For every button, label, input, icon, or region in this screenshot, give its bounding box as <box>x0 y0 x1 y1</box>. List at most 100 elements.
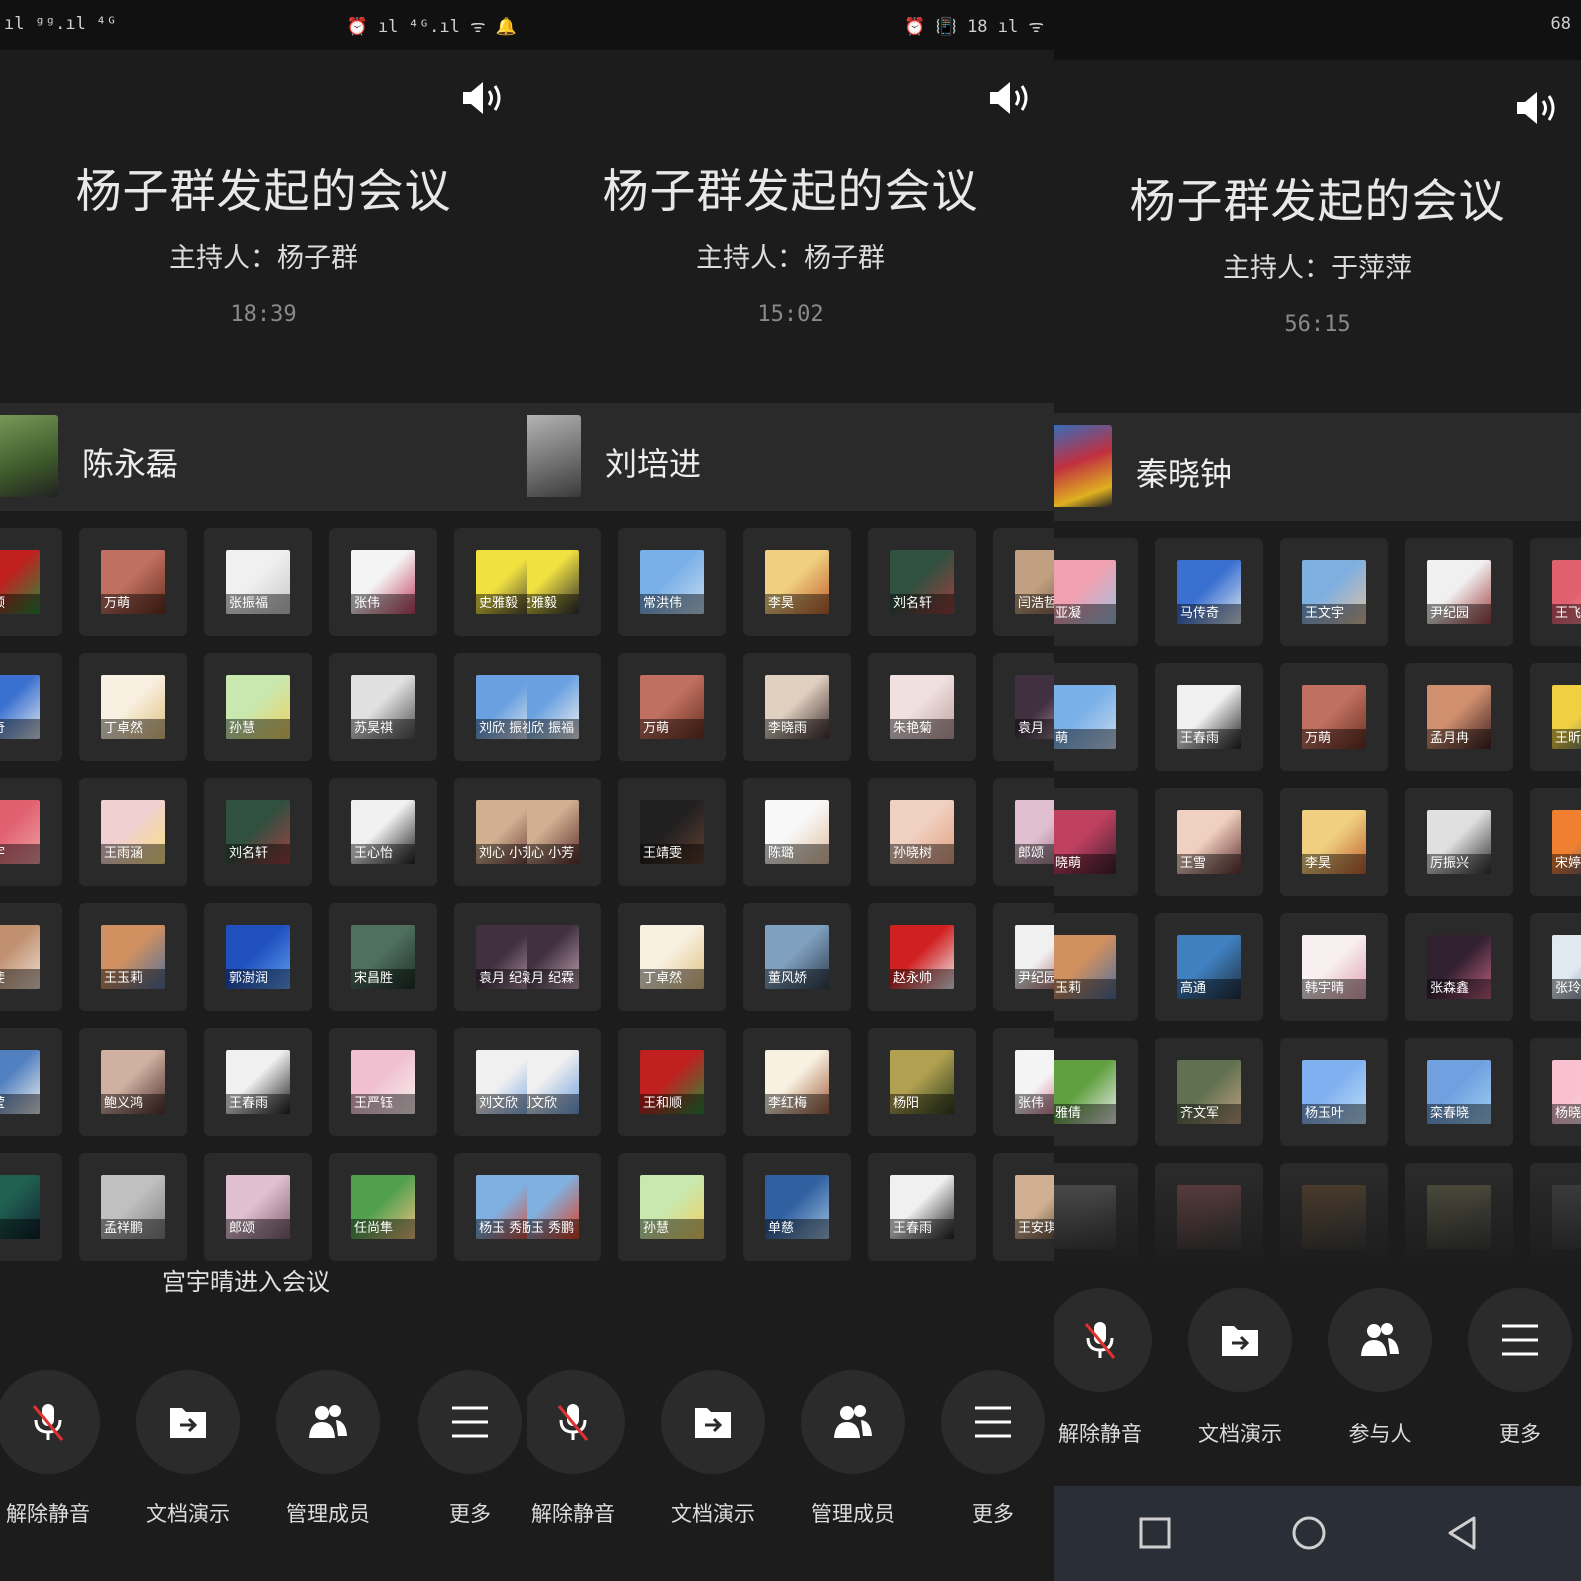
participant-tile[interactable]: 马传奇 <box>1155 538 1263 646</box>
participant-tile[interactable]: 嘉 <box>0 1153 62 1261</box>
participant-tile[interactable]: 王春雨 <box>204 1028 312 1136</box>
participant-tile[interactable]: 闫浩哲 <box>993 528 1054 636</box>
participant-tile[interactable]: 张振福 <box>204 528 312 636</box>
participant-tile[interactable]: 玉莉 <box>1054 913 1138 1021</box>
participant-tile[interactable]: 朱艳菊 <box>868 653 976 761</box>
participant-tile[interactable]: 史雅毅 <box>527 528 601 636</box>
participant-tile[interactable]: 雅倩 <box>1054 1038 1138 1146</box>
participant-tile[interactable]: 万萌 <box>618 653 726 761</box>
participant-tile[interactable]: 王雨涵 <box>79 778 187 886</box>
participant-tile[interactable]: 董风娇 <box>743 903 851 1011</box>
participant-tile[interactable]: 栾春晓 <box>1405 1038 1513 1146</box>
manage-members-button-circle[interactable] <box>801 1370 905 1474</box>
speaker-icon[interactable] <box>1513 88 1561 128</box>
participant-tile[interactable]: 可斐 <box>0 903 62 1011</box>
participant-tile[interactable]: 袁月 纪霖 <box>527 903 601 1011</box>
participant-tile[interactable]: 高通 <box>1155 913 1263 1021</box>
participant-tile[interactable]: 李昊 <box>1280 788 1388 896</box>
unmute-button-circle[interactable] <box>0 1370 100 1474</box>
participant-tile[interactable]: 刘心 小芳 <box>527 778 601 886</box>
participant-tile[interactable]: 袁月 <box>993 653 1054 761</box>
participant-tile[interactable]: 传奇 <box>0 653 62 761</box>
participant-tile[interactable]: 尹纪园 <box>993 903 1054 1011</box>
participant-tile[interactable]: 宋昌胜 <box>329 903 437 1011</box>
participant-tile[interactable]: 郎颂 <box>993 778 1054 886</box>
active-speaker-bar[interactable]: 刘培进 <box>527 403 1054 511</box>
participant-tile[interactable]: 尹纪园 <box>1405 538 1513 646</box>
active-speaker-bar[interactable]: 秦晓钟 <box>1054 413 1581 521</box>
more-button-circle[interactable] <box>418 1370 522 1474</box>
doc-share-button[interactable]: 文档演示 <box>136 1370 240 1528</box>
participant-tile[interactable]: 鲍义鸿 <box>79 1028 187 1136</box>
participant-tile[interactable]: 厉振兴 <box>1405 788 1513 896</box>
unmute-button[interactable]: 解除静音 <box>1054 1288 1152 1448</box>
more-button-circle[interactable] <box>941 1370 1045 1474</box>
speaker-icon[interactable] <box>986 78 1034 118</box>
doc-share-button-circle[interactable] <box>661 1370 765 1474</box>
unmute-button[interactable]: 解除静音 <box>0 1370 100 1528</box>
participant-tile[interactable]: 孙慧 <box>204 653 312 761</box>
participant-tile[interactable]: 王安琪 <box>993 1153 1054 1261</box>
participant-tile[interactable]: 孙晓树 <box>868 778 976 886</box>
participant-tile[interactable]: 李晓雨 <box>743 653 851 761</box>
participant-tile[interactable]: 李昊 <box>743 528 851 636</box>
doc-share-button-circle[interactable] <box>136 1370 240 1474</box>
participant-tile[interactable]: 刘名轩 <box>868 528 976 636</box>
participant-tile[interactable]: 孙慧 <box>618 1153 726 1261</box>
participant-tile[interactable]: 和顺 <box>0 528 62 636</box>
participant-tile[interactable]: 齐文军 <box>1155 1038 1263 1146</box>
participant-tile[interactable]: 常洪伟 <box>618 528 726 636</box>
participant-tile[interactable]: 韩宇晴 <box>1280 913 1388 1021</box>
doc-share-button[interactable]: 文档演示 <box>1188 1288 1292 1448</box>
participant-tile[interactable]: 王心怡 <box>329 778 437 886</box>
participant-tile[interactable]: 杨玉叶 <box>1280 1038 1388 1146</box>
more-button-circle[interactable] <box>1468 1288 1572 1392</box>
participant-tile[interactable]: 万萌 <box>79 528 187 636</box>
participant-tile[interactable]: 刘名轩 <box>204 778 312 886</box>
active-speaker-bar[interactable]: 陈永磊 <box>0 403 527 511</box>
participant-tile[interactable]: 单慈 <box>743 1153 851 1261</box>
participant-tile[interactable]: 王和顺 <box>618 1028 726 1136</box>
participant-tile[interactable]: 张伟 <box>993 1028 1054 1136</box>
participant-tile[interactable]: 杨晓 <box>1530 1038 1581 1146</box>
participant-tile[interactable]: 刘文欣 <box>454 1028 527 1136</box>
participant-tile[interactable]: 张森鑫 <box>1405 913 1513 1021</box>
participant-tile[interactable]: 萌 <box>1054 663 1138 771</box>
participant-tile[interactable]: 亚凝 <box>1054 538 1138 646</box>
participant-tile[interactable]: 张伟 <box>329 528 437 636</box>
participant-tile[interactable]: 张玲 <box>1530 913 1581 1021</box>
participant-tile[interactable]: 苏昊祺 <box>329 653 437 761</box>
participant-tile[interactable]: 杨玉 秀鹏 <box>527 1153 601 1261</box>
participants-button-circle[interactable] <box>1328 1288 1432 1392</box>
participant-tile[interactable]: 雪莹 <box>0 1028 62 1136</box>
participant-tile[interactable]: 丁卓然 <box>79 653 187 761</box>
participant-tile[interactable]: 宋婷 <box>1530 788 1581 896</box>
participant-tile[interactable]: 袁月 纪霖 <box>454 903 527 1011</box>
manage-members-button-circle[interactable] <box>276 1370 380 1474</box>
participant-tile[interactable]: 孟祥鹏 <box>79 1153 187 1261</box>
participant-tile[interactable]: 王严钰 <box>329 1028 437 1136</box>
doc-share-button[interactable]: 文档演示 <box>661 1370 765 1528</box>
participant-tile[interactable]: 王文宇 <box>1280 538 1388 646</box>
speaker-icon[interactable] <box>459 78 507 118</box>
participant-tile[interactable]: 王春雨 <box>1155 663 1263 771</box>
participant-tile[interactable]: 李红梅 <box>743 1028 851 1136</box>
participant-tile[interactable]: 任尚隼 <box>329 1153 437 1261</box>
more-button[interactable]: 更多 <box>418 1370 522 1528</box>
manage-members-button[interactable]: 管理成员 <box>276 1370 380 1528</box>
participant-tile[interactable]: 王雪 <box>1155 788 1263 896</box>
back-triangle-icon[interactable] <box>1438 1508 1488 1558</box>
participant-tile[interactable]: 王春雨 <box>868 1153 976 1261</box>
participant-tile[interactable]: 晓萌 <box>1054 788 1138 896</box>
participant-tile[interactable]: 刘文欣 <box>527 1028 601 1136</box>
more-button[interactable]: 更多 <box>1468 1288 1572 1448</box>
participant-tile[interactable]: 王昕 <box>1530 663 1581 771</box>
unmute-button[interactable]: 解除静音 <box>527 1370 625 1528</box>
circle-icon[interactable] <box>1284 1508 1334 1558</box>
more-button[interactable]: 更多 <box>941 1370 1045 1528</box>
participant-tile[interactable]: 刘欣 振福 <box>527 653 601 761</box>
participant-tile[interactable]: 飞宇 <box>0 778 62 886</box>
participant-tile[interactable]: 陈璐 <box>743 778 851 886</box>
participant-tile[interactable]: 郎颂 <box>204 1153 312 1261</box>
participant-tile[interactable]: 王玉莉 <box>79 903 187 1011</box>
